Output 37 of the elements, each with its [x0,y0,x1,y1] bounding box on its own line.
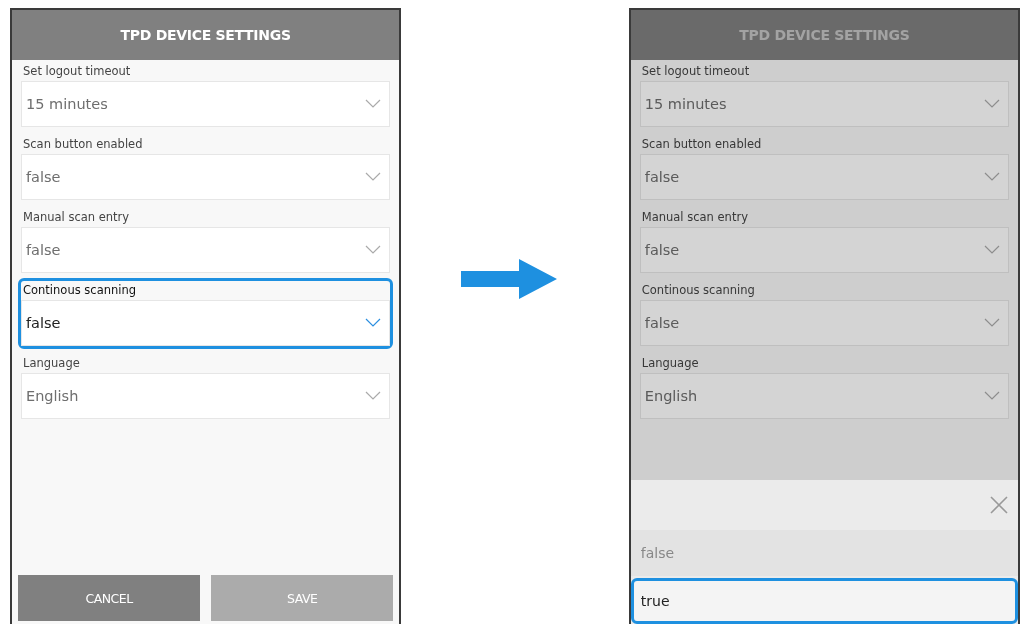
dropdown-field[interactable]: 15 minutes [21,81,391,127]
dropdown-field[interactable]: false [21,227,391,273]
dropdown-field[interactable]: false [639,154,1009,200]
chevron-down-icon [984,391,1000,401]
chevron-down-icon [365,391,382,401]
right-arrow-icon [461,259,557,299]
picker-option[interactable]: false [630,530,1018,576]
dropdown-field[interactable]: 15 minutes [639,81,1009,127]
chevron-down-icon [984,172,1000,182]
dropdown-field[interactable]: false [639,300,1009,346]
dropdown-field[interactable]: false [21,300,391,346]
chevron-down-icon [365,245,382,255]
chevron-down-icon [365,318,382,328]
field-label: Language [640,355,700,372]
field-label: Set logout timeout [640,63,751,80]
chevron-down-icon [365,99,382,109]
cancel-button[interactable]: CANCEL [18,575,201,621]
field-label: Scan button enabled [22,136,144,153]
field-label: Continous scanning [640,282,756,299]
dropdown-field[interactable]: false [21,154,391,200]
dropdown-field[interactable]: English [639,373,1009,419]
field-label: Manual scan entry [22,209,131,226]
close-icon[interactable] [990,496,1008,514]
chevron-down-icon [984,318,1000,328]
chevron-down-icon [984,99,1000,109]
chevron-down-icon [984,245,1000,255]
dropdown-field[interactable]: false [639,227,1009,273]
dropdown-field[interactable]: English [21,373,391,419]
chevron-down-icon [365,172,382,182]
field-label: Manual scan entry [640,209,749,226]
field-label: Continous scanning [22,282,138,299]
screen-title: TPD DEVICE SETTINGS [120,27,291,43]
picker-option[interactable]: true [630,578,1018,624]
field-label: Scan button enabled [640,136,763,153]
screen-title: TPD DEVICE SETTINGS [739,27,910,43]
field-label: Language [22,355,81,372]
field-label: Set logout timeout [22,63,132,80]
